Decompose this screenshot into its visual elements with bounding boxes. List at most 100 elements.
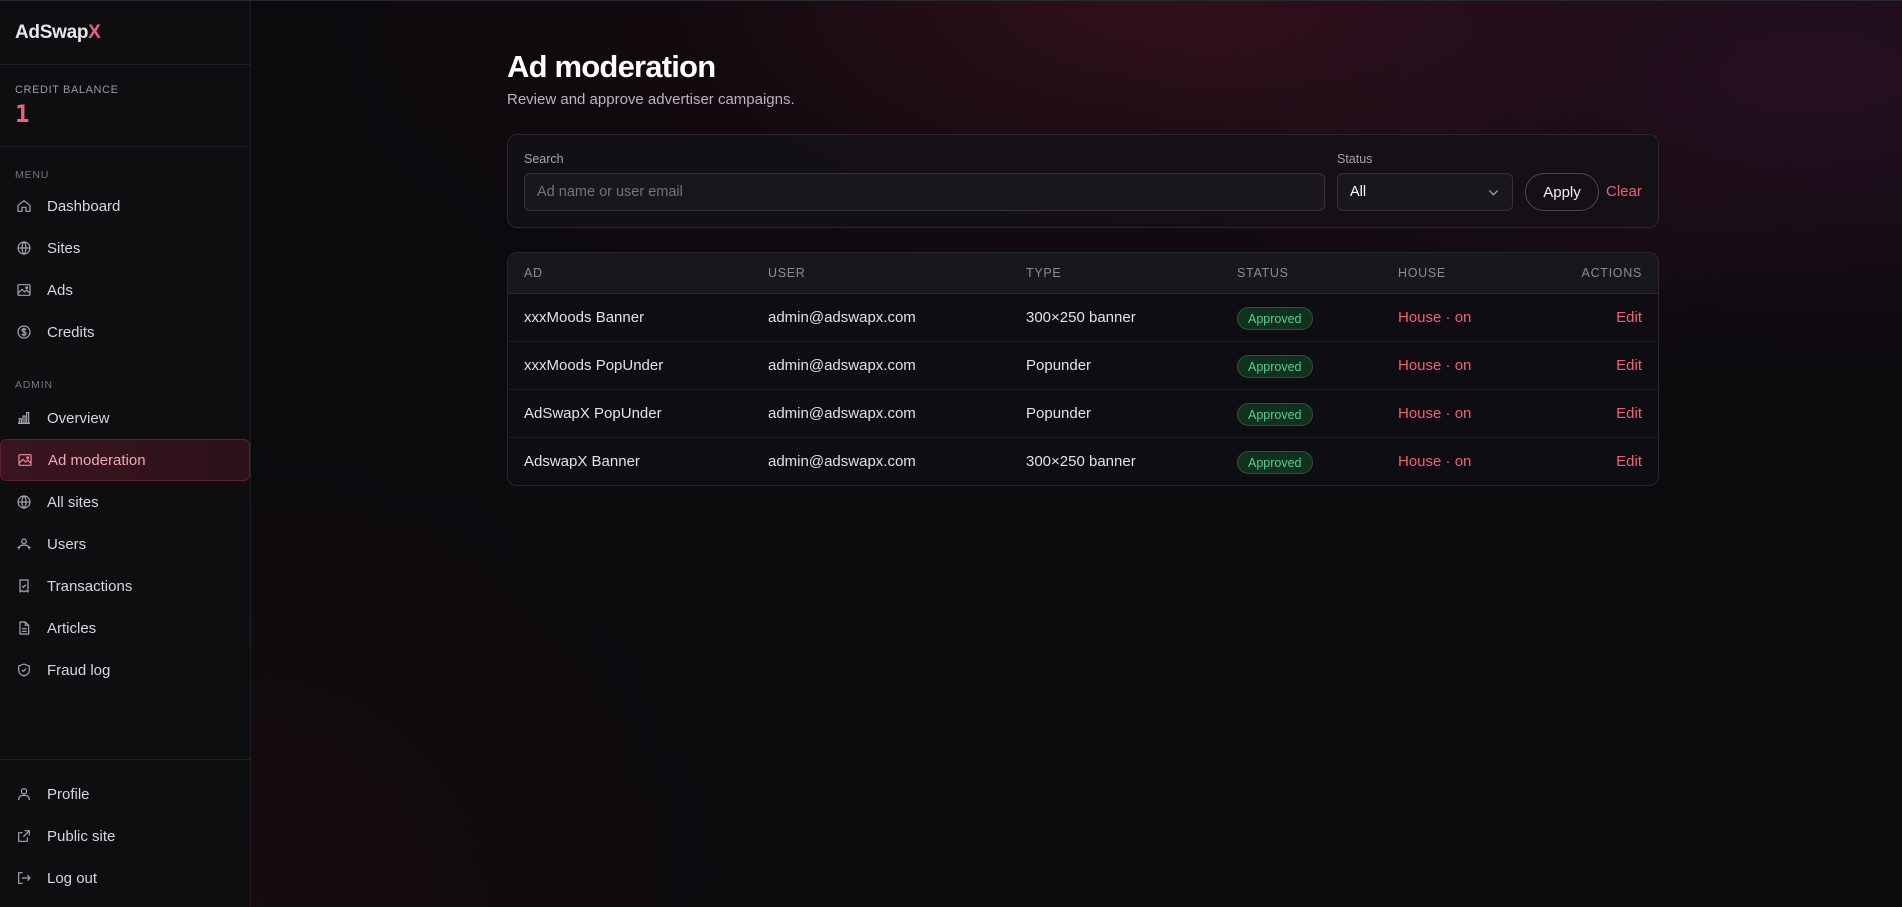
sidebar-item-label: Public site <box>47 827 116 845</box>
sidebar-item-overview[interactable]: Overview <box>0 397 250 439</box>
apply-button[interactable]: Apply <box>1525 173 1599 211</box>
column-header-house: HOUSE <box>1398 266 1446 280</box>
sidebar-item-dashboard[interactable]: Dashboard <box>0 185 250 227</box>
sidebar: AdSwap X CREDIT BALANCE 1 MENU Dashboard … <box>0 1 251 907</box>
sidebar-item-label: Articles <box>47 619 97 637</box>
status-badge: Approved <box>1237 403 1313 426</box>
column-header-type: TYPE <box>1026 266 1062 280</box>
status-label: Status <box>1337 152 1373 166</box>
status-select[interactable]: All <box>1337 173 1513 211</box>
edit-link[interactable]: Edit <box>1616 309 1642 326</box>
sidebar-item-label: Ads <box>47 281 73 299</box>
column-header-ad: AD <box>524 266 543 280</box>
brand-name: AdSwap <box>15 21 89 43</box>
search-label: Search <box>524 152 564 166</box>
globe-icon <box>15 239 33 257</box>
search-input[interactable] <box>524 173 1325 211</box>
ad-name-cell: AdswapX Banner <box>524 453 640 470</box>
dollar-icon <box>15 323 33 341</box>
brand-logo[interactable]: AdSwap X <box>0 1 250 65</box>
table-row: AdswapX Banner admin@adswapx.com 300×250… <box>508 438 1658 485</box>
sidebar-item-label: All sites <box>47 493 99 511</box>
chevron-down-icon <box>1487 186 1500 199</box>
sidebar-item-sites[interactable]: Sites <box>0 227 250 269</box>
external-link-icon <box>15 827 33 845</box>
receipt-icon <box>15 577 33 595</box>
sidebar-item-label: Credits <box>47 323 95 341</box>
sidebar-item-label: Users <box>47 535 87 553</box>
house-toggle-link[interactable]: House · on <box>1398 357 1471 374</box>
edit-link[interactable]: Edit <box>1616 453 1642 470</box>
sidebar-footer: Profile Public site Log out <box>0 759 250 907</box>
table-row: xxxMoods PopUnder admin@adswapx.com Popu… <box>508 342 1658 390</box>
column-header-user: USER <box>768 266 806 280</box>
ads-table: AD USER TYPE STATUS HOUSE ACTIONS xxxMoo… <box>507 252 1659 486</box>
status-badge: Approved <box>1237 307 1313 330</box>
credit-balance-label: CREDIT BALANCE <box>15 84 119 96</box>
sidebar-item-fraud-log[interactable]: Fraud log <box>0 649 250 691</box>
user-email-cell: admin@adswapx.com <box>768 357 916 374</box>
sidebar-item-transactions[interactable]: Transactions <box>0 565 250 607</box>
sidebar-item-public-site[interactable]: Public site <box>0 815 250 857</box>
sidebar-item-label: Sites <box>47 239 81 257</box>
ad-type-cell: 300×250 banner <box>1026 309 1136 326</box>
globe-icon <box>15 493 33 511</box>
sidebar-item-label: Transactions <box>47 577 133 595</box>
ad-name-cell: xxxMoods PopUnder <box>524 357 664 374</box>
sidebar-item-label: Overview <box>47 409 110 427</box>
table-row: xxxMoods Banner admin@adswapx.com 300×25… <box>508 294 1658 342</box>
chart-icon <box>15 409 33 427</box>
house-toggle-link[interactable]: House · on <box>1398 405 1471 422</box>
page-title: Ad moderation <box>507 49 716 84</box>
edit-link[interactable]: Edit <box>1616 405 1642 422</box>
status-badge: Approved <box>1237 451 1313 474</box>
ad-type-cell: Popunder <box>1026 405 1092 422</box>
main-content: Ad moderation Review and approve adverti… <box>251 1 1902 907</box>
sidebar-item-articles[interactable]: Articles <box>0 607 250 649</box>
sidebar-item-label: Ad moderation <box>48 451 146 469</box>
sidebar-item-ads[interactable]: Ads <box>0 269 250 311</box>
status-badge: Approved <box>1237 355 1313 378</box>
user-email-cell: admin@adswapx.com <box>768 453 916 470</box>
user-email-cell: admin@adswapx.com <box>768 405 916 422</box>
clear-link[interactable]: Clear <box>1606 183 1642 200</box>
admin-section-label: ADMIN <box>15 379 53 391</box>
sidebar-item-label: Dashboard <box>47 197 121 215</box>
credit-balance: CREDIT BALANCE 1 <box>0 65 250 147</box>
edit-link[interactable]: Edit <box>1616 357 1642 374</box>
user-icon <box>15 785 33 803</box>
table-row: AdSwapX PopUnder admin@adswapx.com Popun… <box>508 390 1658 438</box>
column-header-actions: ACTIONS <box>1581 266 1642 280</box>
credit-balance-value: 1 <box>15 100 30 128</box>
house-toggle-link[interactable]: House · on <box>1398 453 1471 470</box>
users-icon <box>15 535 33 553</box>
sidebar-item-label: Fraud log <box>47 661 111 679</box>
house-toggle-link[interactable]: House · on <box>1398 309 1471 326</box>
logout-icon <box>15 869 33 887</box>
sidebar-item-label: Profile <box>47 785 90 803</box>
sidebar-item-all-sites[interactable]: All sites <box>0 481 250 523</box>
user-email-cell: admin@adswapx.com <box>768 309 916 326</box>
sidebar-item-log-out[interactable]: Log out <box>0 857 250 899</box>
sidebar-item-label: Log out <box>47 869 98 887</box>
page-subtitle: Review and approve advertiser campaigns. <box>507 91 795 108</box>
sidebar-item-ad-moderation[interactable]: Ad moderation <box>0 439 250 481</box>
home-icon <box>15 197 33 215</box>
sidebar-item-users[interactable]: Users <box>0 523 250 565</box>
ad-type-cell: Popunder <box>1026 357 1092 374</box>
sidebar-item-profile[interactable]: Profile <box>0 773 250 815</box>
menu-section-label: MENU <box>15 169 50 181</box>
image-icon <box>16 451 34 469</box>
ad-name-cell: xxxMoods Banner <box>524 309 645 326</box>
sidebar-item-credits[interactable]: Credits <box>0 311 250 353</box>
brand-accent: X <box>88 21 101 43</box>
filter-panel: Search Status All Apply Clear <box>507 134 1659 228</box>
shield-icon <box>15 661 33 679</box>
status-select-value: All <box>1350 184 1367 200</box>
table-header: AD USER TYPE STATUS HOUSE ACTIONS <box>508 253 1658 294</box>
column-header-status: STATUS <box>1237 266 1289 280</box>
image-icon <box>15 281 33 299</box>
document-icon <box>15 619 33 637</box>
ad-name-cell: AdSwapX PopUnder <box>524 405 662 422</box>
ad-type-cell: 300×250 banner <box>1026 453 1136 470</box>
